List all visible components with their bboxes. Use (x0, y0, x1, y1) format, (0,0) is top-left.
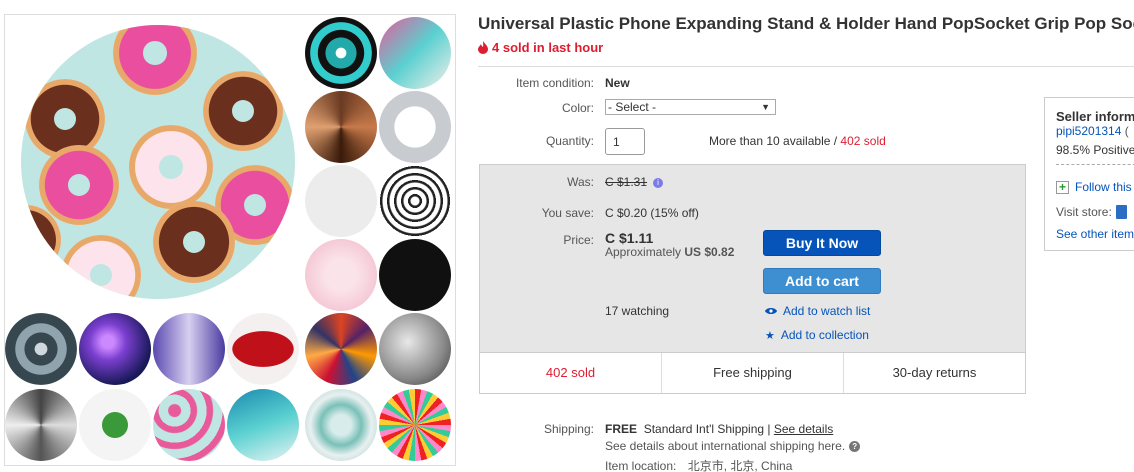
divider (478, 66, 1134, 67)
you-save-value: C $0.20 (15% off) (605, 206, 699, 220)
buy-it-now-button[interactable]: Buy It Now (763, 230, 881, 256)
eye-icon (765, 308, 777, 314)
add-to-watch-list-label: Add to watch list (783, 304, 871, 318)
footer-free-shipping: Free shipping (662, 353, 844, 393)
availability-text: More than 10 available / (709, 134, 841, 148)
flame-icon (478, 41, 488, 54)
thumbnail-marble[interactable] (379, 91, 451, 163)
donut-decoration (203, 71, 283, 151)
condition-value: New (605, 76, 630, 90)
condition-label: Item condition: (515, 76, 594, 90)
donut-decoration (39, 145, 119, 225)
add-to-collection-link[interactable]: ★ Add to collection (765, 328, 869, 342)
price-box-footer: 402 sold Free shipping 30-day returns (479, 352, 1026, 394)
price-label: Price: (563, 233, 594, 247)
question-icon[interactable]: ? (849, 440, 861, 452)
seller-divider (1056, 164, 1134, 165)
see-details-link[interactable]: See details (774, 422, 833, 436)
donut-decoration (61, 235, 141, 299)
thumbnail-grey-mandala[interactable] (5, 313, 77, 385)
follow-seller-link[interactable]: + Follow this seller (1056, 180, 1134, 194)
thumbnail-black[interactable] (379, 239, 451, 311)
visit-store-label: Visit store: (1056, 205, 1112, 219)
info-icon[interactable]: i (653, 178, 664, 188)
was-price-value: C $1.31 (605, 175, 648, 189)
star-icon: ★ (765, 329, 775, 342)
donut-decoration (153, 201, 235, 283)
color-select[interactable]: - Select - ▼ (605, 99, 776, 115)
thumbnail-copper[interactable] (305, 91, 377, 163)
seller-info-box: Seller information pipi5201314 ( 98.5% P… (1044, 97, 1134, 251)
item-location: Item location: 北京市, 北京, China (605, 457, 792, 472)
footer-sold[interactable]: 402 sold (480, 353, 662, 393)
shipping-label: Shipping: (543, 422, 594, 436)
footer-returns: 30-day returns (892, 365, 977, 380)
approx-value: US $0.82 (684, 245, 735, 259)
chevron-down-icon: ▼ (761, 102, 770, 112)
add-to-cart-button[interactable]: Add to cart (763, 268, 881, 294)
shipping-separator: | (764, 422, 774, 436)
shipping-note: See details about international shipping… (605, 439, 861, 453)
approx-price: Approximately US $0.82 (605, 245, 734, 259)
thumbnail-wave[interactable] (227, 389, 299, 461)
color-select-value: - Select - (608, 100, 657, 114)
plus-icon: + (1056, 180, 1069, 194)
thumbnail-galaxy[interactable] (79, 313, 151, 385)
was-price: C $1.31 i (605, 175, 664, 189)
price-value: C $1.11 (605, 230, 654, 246)
shipping-note-text: See details about international shipping… (605, 439, 846, 453)
you-save-label: You save: (541, 206, 594, 220)
sold-last-hour-text: 4 sold in last hour (492, 40, 604, 55)
thumbnail-moon[interactable] (379, 313, 451, 385)
donut-decoration (129, 125, 213, 209)
quantity-label: Quantity: (545, 134, 594, 148)
was-label: Was: (567, 175, 594, 189)
thumbnail-black-white-floral[interactable] (379, 165, 451, 237)
availability: More than 10 available / 402 sold (709, 134, 886, 148)
seller-positive: 98.5% Positive (1056, 143, 1134, 157)
seller-name-link[interactable]: pipi5201314 (1056, 124, 1121, 138)
quantity-input[interactable]: 1 (605, 128, 645, 155)
seller-name-suffix: ( (1121, 124, 1129, 138)
see-other-items-link[interactable]: See other items (1056, 227, 1134, 241)
thumbnail-pink-glitter[interactable] (305, 239, 377, 311)
thumbnail-confetti[interactable] (379, 389, 451, 461)
thumbnail-mandala-teal[interactable] (305, 17, 377, 89)
thumbnail-donuts-small[interactable] (153, 389, 225, 461)
thumbnail-watercolor[interactable] (379, 17, 451, 89)
add-to-watch-list-link[interactable]: Add to watch list (765, 304, 870, 318)
shipping-free: FREE (605, 422, 638, 436)
sold-last-hour: 4 sold in last hour (478, 40, 603, 55)
product-image-gallery[interactable] (4, 14, 456, 466)
thumbnail-silver[interactable] (5, 389, 77, 461)
thumbnail-mint-mandala[interactable] (305, 389, 377, 461)
item-title: Universal Plastic Phone Expanding Stand … (478, 14, 1134, 33)
thumbnail-geometric[interactable] (305, 313, 377, 385)
color-label: Color: (561, 101, 594, 115)
seller-name[interactable]: pipi5201314 ( (1056, 124, 1129, 138)
thumbnail-turtle[interactable] (79, 389, 151, 461)
item-location-label: Item location: (605, 458, 677, 472)
thumbnail-white[interactable] (305, 165, 377, 237)
follow-seller-label: Follow this seller (1075, 180, 1134, 194)
shipping-info: FREE Standard Int'l Shipping | See detai… (605, 422, 833, 436)
shipping-method: Standard Int'l Shipping (643, 422, 765, 436)
add-to-collection-label: Add to collection (780, 328, 869, 342)
thumbnail-purple-henna[interactable] (153, 313, 225, 385)
approx-prefix: Approximately (605, 245, 685, 259)
item-location-value: 北京市, 北京, China (687, 459, 793, 472)
main-product-image[interactable] (21, 25, 295, 299)
seller-info-title: Seller information (1056, 109, 1134, 124)
sold-count[interactable]: 402 sold (840, 134, 885, 148)
store-icon[interactable] (1115, 205, 1127, 219)
donut-decoration (113, 25, 197, 95)
thumbnail-red-lips[interactable] (227, 313, 299, 385)
watching-count: 17 watching (605, 304, 670, 318)
visit-store[interactable]: Visit store: (1056, 205, 1127, 219)
